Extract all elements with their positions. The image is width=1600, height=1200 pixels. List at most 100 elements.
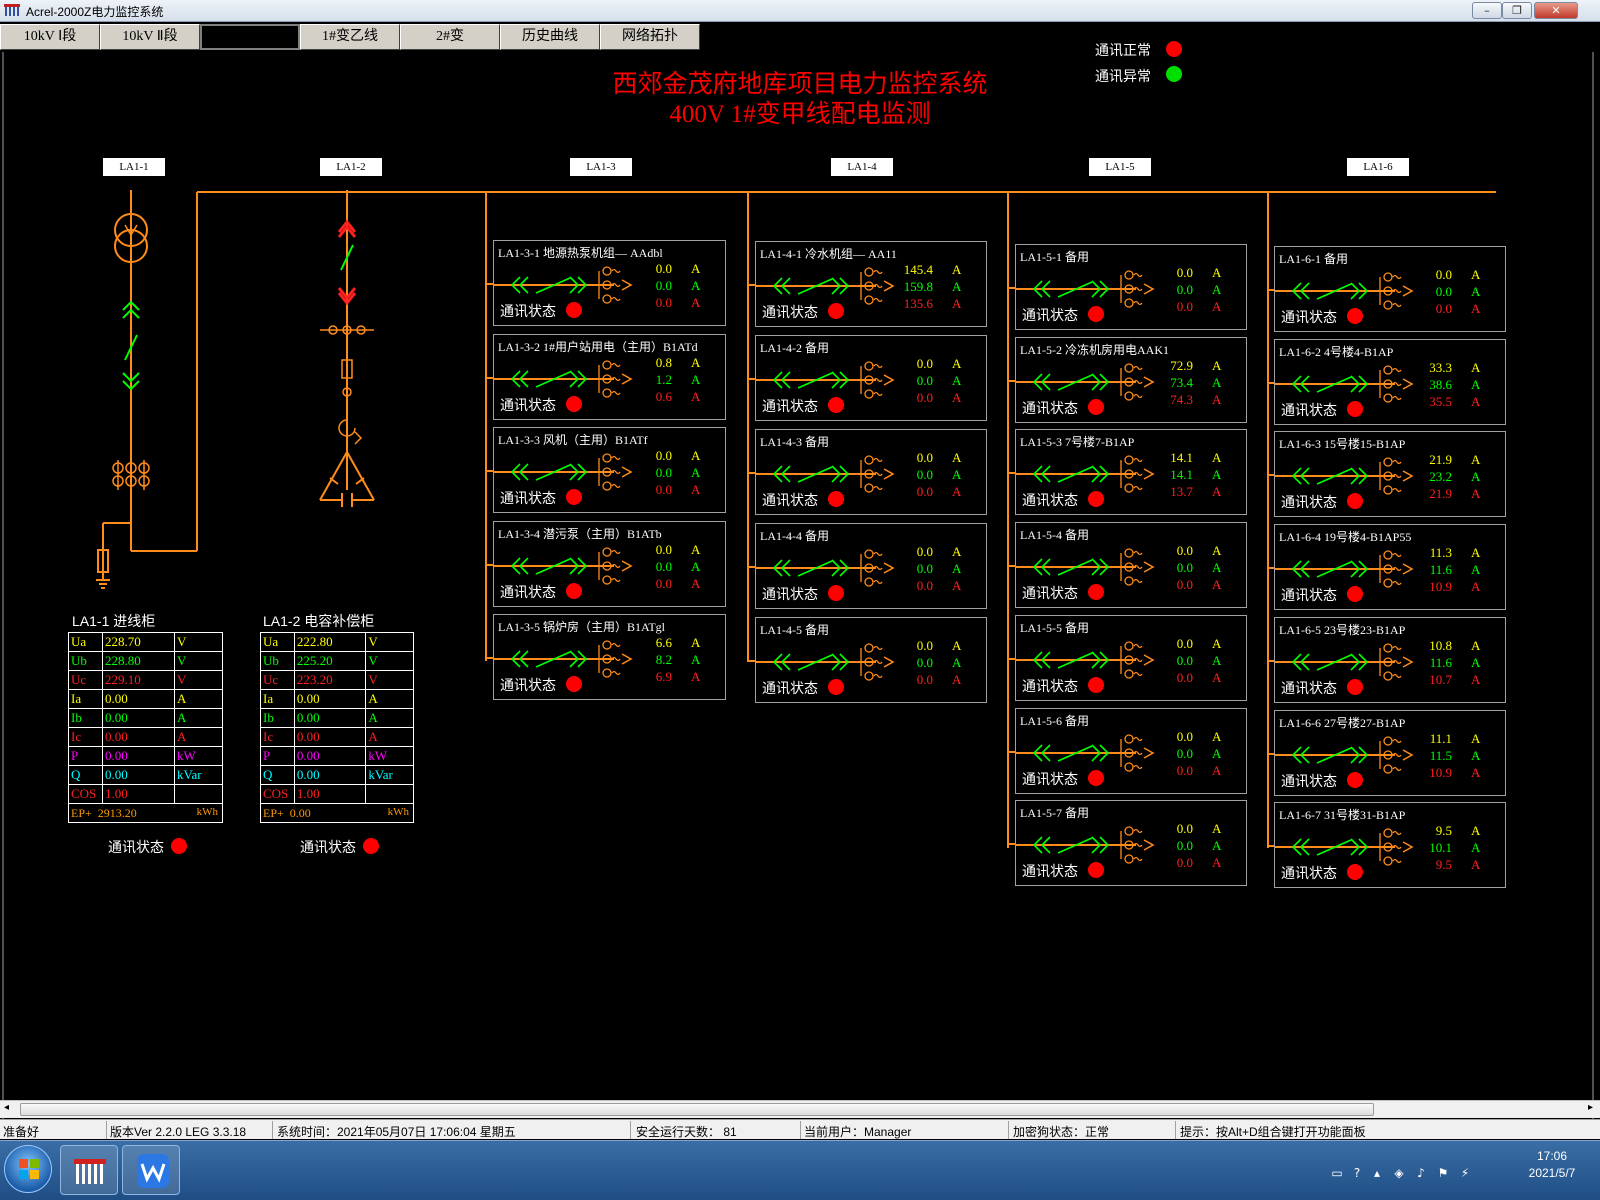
feeder-title: LA1-5-6 备用 <box>1020 714 1089 728</box>
taskbar-acrel-app[interactable] <box>60 1145 118 1195</box>
feeder-branch-line <box>1268 474 1274 476</box>
measure-value: 0.00 <box>102 765 175 785</box>
scroll-left-icon[interactable]: ◂ <box>4 1102 9 1113</box>
table-row: Uc 229.10 V <box>68 670 223 690</box>
comm-status-dot <box>1088 862 1104 878</box>
comm-status-dot <box>1088 770 1104 786</box>
feeder-card[interactable]: LA1-3-3 风机（主用）B1ATf 0.0 A 0.0 A 0.0 A 通讯状态 <box>493 427 726 513</box>
measure-name: Ic <box>260 727 295 747</box>
help-icon[interactable]: ? <box>1350 1166 1364 1180</box>
status-ready: 准备好 <box>3 1125 40 1139</box>
current-unit: A <box>691 482 701 497</box>
scroll-right-icon[interactable]: ▸ <box>1588 1102 1593 1113</box>
feeder-card[interactable]: LA1-5-6 备用 0.0 A 0.0 A 0.0 A 通讯状态 <box>1015 708 1247 794</box>
feeder-card[interactable]: LA1-6-4 19号楼4-B1AP55 11.3 A 11.6 A 10.9 A 通讯状态 <box>1274 524 1506 610</box>
horizontal-scrollbar[interactable]: ◂ ▸ <box>0 1100 1600 1118</box>
measure-value: 0.00 <box>102 746 175 766</box>
feeder-card[interactable]: LA1-4-3 备用 0.0 A 0.0 A 0.0 A 通讯状态 <box>755 429 987 515</box>
feeder-branch-line <box>486 564 493 566</box>
table-row: Ib 0.00 A <box>68 708 223 728</box>
feeder-branch-line <box>1268 289 1274 291</box>
comm-status-label: 通讯状态 <box>1281 773 1337 789</box>
comm-status-label: 通讯状态 <box>1281 402 1337 418</box>
phase-b-current: 73.4 <box>1170 375 1193 390</box>
feeder-card[interactable]: LA1-3-4 潜污泵（主用）B1ATb 0.0 A 0.0 A 0.0 A 通讯状态 <box>493 521 726 607</box>
phase-a-current: 0.0 <box>1176 636 1193 651</box>
feeder-card[interactable]: LA1-5-1 备用 0.0 A 0.0 A 0.0 A 通讯状态 <box>1015 244 1247 330</box>
comm-status-label: 通讯状态 <box>500 397 556 413</box>
feeder-card[interactable]: LA1-5-2 冷冻机房用电AAK1 72.9 A 73.4 A 74.3 A 通讯状态 <box>1015 337 1247 423</box>
taskbar-wps-app[interactable] <box>122 1145 180 1195</box>
current-unit: A <box>1212 763 1222 778</box>
comm-status-dot <box>828 585 844 601</box>
current-unit: A <box>1471 840 1481 855</box>
feeder-card[interactable]: LA1-4-4 备用 0.0 A 0.0 A 0.0 A 通讯状态 <box>755 523 987 609</box>
feeder-card[interactable]: LA1-5-3 7号楼7-B1AP 14.1 A 14.1 A 13.7 A 通讯状态 <box>1015 429 1247 515</box>
measure-value: 222.80 <box>293 632 367 652</box>
power-icon[interactable]: ⚡ <box>1458 1166 1472 1180</box>
current-unit: A <box>1471 486 1481 501</box>
phase-c-current: 74.3 <box>1170 392 1193 407</box>
comm-status-dot <box>1088 491 1104 507</box>
taskbar-clock[interactable]: 17:06 2021/5/7 <box>1512 1148 1592 1182</box>
feeder-card[interactable]: LA1-6-5 23号楼23-B1AP 10.8 A 11.6 A 10.7 A 通讯状态 <box>1274 617 1506 703</box>
measure-name: Uc <box>68 670 103 690</box>
phase-b-current: 0.0 <box>916 561 933 576</box>
phase-c-current: 135.6 <box>903 296 933 311</box>
feeder-card[interactable]: LA1-6-7 31号楼31-B1AP 9.5 A 10.1 A 9.5 A 通讯状态 <box>1274 802 1506 888</box>
measure-value: 228.70 <box>102 632 175 652</box>
feeder-card[interactable]: LA1-4-5 备用 0.0 A 0.0 A 0.0 A 通讯状态 <box>755 617 987 703</box>
feeder-card[interactable]: LA1-5-5 备用 0.0 A 0.0 A 0.0 A 通讯状态 <box>1015 615 1247 701</box>
energy-label: EP+ <box>263 805 284 820</box>
tray-arrow-icon[interactable]: ▴ <box>1370 1166 1384 1180</box>
start-button[interactable] <box>4 1145 52 1193</box>
comm-status-label: 通讯状态 <box>762 398 818 414</box>
feeder-card[interactable]: LA1-4-2 备用 0.0 A 0.0 A 0.0 A 通讯状态 <box>755 335 987 421</box>
scroll-thumb[interactable] <box>20 1103 1374 1116</box>
phase-b-current: 0.0 <box>1176 838 1193 853</box>
measure-name: Ub <box>260 651 295 671</box>
keyboard-icon[interactable]: ▭ <box>1330 1166 1344 1180</box>
energy-value: 0.00 <box>289 805 311 820</box>
measure-value: 0.00 <box>102 708 175 728</box>
comm-status-label: 通讯状态 <box>1022 863 1078 879</box>
current-unit: A <box>691 448 701 463</box>
feeder-branch-line <box>486 283 493 285</box>
feeder-branch-line <box>1268 567 1274 569</box>
feeder-title: LA1-3-4 潜污泵（主用）B1ATb <box>498 527 662 541</box>
phase-a-current: 0.0 <box>1435 267 1452 282</box>
current-unit: A <box>691 542 701 557</box>
capacitor-table-title: LA1-2 电容补偿柜 <box>263 613 375 629</box>
feeder-card[interactable]: LA1-5-7 备用 0.0 A 0.0 A 0.0 A 通讯状态 <box>1015 800 1247 886</box>
feeder-card[interactable]: LA1-6-3 15号楼15-B1AP 21.9 A 23.2 A 21.9 A 通讯状态 <box>1274 431 1506 517</box>
flag-icon[interactable]: ⚑ <box>1436 1166 1450 1180</box>
energy-unit: kWh <box>387 806 409 818</box>
table-row: P 0.00 kW <box>68 746 223 766</box>
feeder-branch-line <box>1268 382 1274 384</box>
comm-status-label: 通讯状态 <box>1281 309 1337 325</box>
phase-c-current: 0.0 <box>916 484 933 499</box>
feeder-branch-line <box>748 566 755 568</box>
feeder-card[interactable]: LA1-3-5 锅炉房（主用）B1ATgl 6.6 A 8.2 A 6.9 A 通讯状态 <box>493 614 726 700</box>
network-icon[interactable]: ◈ <box>1392 1166 1406 1180</box>
comm-status-label: 通讯状态 <box>500 584 556 600</box>
feeder-card[interactable]: LA1-6-2 4号楼4-B1AP 33.3 A 38.6 A 35.5 A 通讯状态 <box>1274 339 1506 425</box>
volume-icon[interactable]: ♪ <box>1414 1166 1428 1180</box>
current-unit: A <box>952 655 962 670</box>
feeder-card[interactable]: LA1-6-1 备用 0.0 A 0.0 A 0.0 A 通讯状态 <box>1274 246 1506 332</box>
energy-label: EP+ <box>71 805 92 820</box>
feeder-card[interactable]: LA1-4-1 冷水机组— AA11 145.4 A 159.8 A 135.6 A 通讯状态 <box>755 241 987 327</box>
feeder-card[interactable]: LA1-6-6 27号楼27-B1AP 11.1 A 11.5 A 10.9 A 通讯状态 <box>1274 710 1506 796</box>
feeder-card[interactable]: LA1-5-4 备用 0.0 A 0.0 A 0.0 A 通讯状态 <box>1015 522 1247 608</box>
measure-unit <box>174 784 223 804</box>
phase-c-current: 10.9 <box>1429 579 1452 594</box>
acrel-app-icon <box>74 1159 106 1184</box>
current-unit: A <box>691 278 701 293</box>
current-unit: A <box>1212 467 1222 482</box>
measure-name: Ia <box>68 689 103 709</box>
phase-a-current: 10.8 <box>1429 638 1452 653</box>
feeder-card[interactable]: LA1-3-2 1#用户站用电（主用）B1ATd 0.8 A 1.2 A 0.6 A 通讯状态 <box>493 334 726 420</box>
feeder-card[interactable]: LA1-3-1 地源热泵机组— AAdbl 0.0 A 0.0 A 0.0 A 通讯状态 <box>493 240 726 326</box>
phase-b-current: 38.6 <box>1429 377 1452 392</box>
comm-status-label: 通讯状态 <box>1022 492 1078 508</box>
